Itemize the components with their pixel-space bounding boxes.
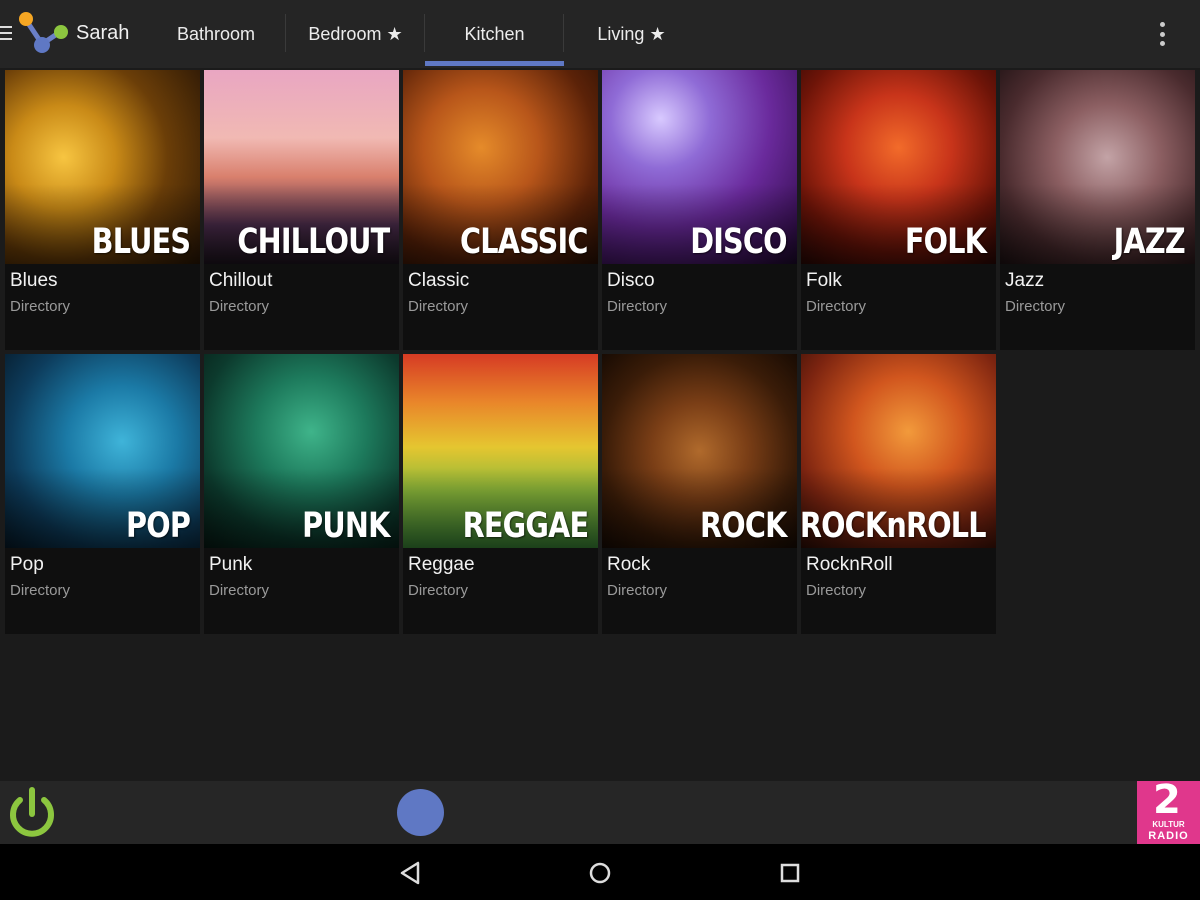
genre-card-punk[interactable]: PUNK Punk Directory [204, 354, 399, 634]
room-tabs: Bathroom Bedroom ★ Kitchen Living ★ [146, 0, 699, 68]
card-subtitle: Directory [806, 582, 867, 599]
genre-artwork: ROCK [602, 354, 797, 548]
tab-bathroom[interactable]: Bathroom [146, 0, 286, 68]
tab-kitchen[interactable]: Kitchen [425, 0, 564, 68]
artwork-label: REGGAE [462, 506, 589, 546]
card-title: Folk [806, 270, 842, 291]
artwork-label: JAZZ [1113, 222, 1186, 262]
tab-label: Kitchen [464, 23, 525, 44]
tab-bedroom[interactable]: Bedroom ★ [286, 0, 425, 68]
genre-card-disco[interactable]: DISCO Disco Directory [602, 70, 797, 350]
card-subtitle: Directory [408, 298, 469, 315]
card-title: Rock [607, 554, 651, 575]
genre-card-blues[interactable]: BLUES Blues Directory [5, 70, 200, 350]
genre-card-chillout[interactable]: CHILLOUT Chillout Directory [204, 70, 399, 350]
artwork-label: ROCKnROLL [801, 506, 987, 546]
genre-artwork: CHILLOUT [204, 70, 399, 264]
tab-label: Bathroom [176, 23, 256, 44]
back-icon[interactable] [396, 858, 426, 888]
card-title: RocknRoll [806, 554, 893, 575]
home-icon[interactable] [585, 858, 615, 888]
card-title: Reggae [408, 554, 475, 575]
card-title: Pop [10, 554, 44, 575]
artwork-label: CHILLOUT [236, 222, 390, 262]
genre-artwork: BLUES [5, 70, 200, 264]
card-subtitle: Directory [209, 582, 270, 599]
card-title: Disco [607, 270, 655, 291]
genre-artwork: PUNK [204, 354, 399, 548]
tab-living[interactable]: Living ★ [564, 0, 699, 68]
genre-card-classic[interactable]: CLASSIC Classic Directory [403, 70, 598, 350]
artwork-label: DISCO [690, 222, 787, 262]
player-bar: 2 KULTUR RADIO [0, 781, 1200, 844]
card-title: Punk [209, 554, 253, 575]
station-number: 2 [1153, 781, 1181, 823]
app-root: Sarah Bathroom Bedroom ★ Kitchen Living … [0, 0, 1200, 900]
genre-artwork: ROCKnROLL [801, 354, 996, 548]
artwork-label: ROCK [700, 506, 787, 546]
genre-card-pop[interactable]: POP Pop Directory [5, 354, 200, 634]
user-name[interactable]: Sarah [76, 22, 129, 45]
card-subtitle: Directory [607, 582, 668, 599]
genre-artwork: REGGAE [403, 354, 598, 548]
card-title: Jazz [1005, 270, 1045, 291]
station-tag: KULTUR [1152, 820, 1185, 829]
genre-card-jazz[interactable]: JAZZ Jazz Directory [1000, 70, 1195, 350]
card-subtitle: Directory [806, 298, 867, 315]
card-subtitle: Directory [209, 298, 270, 315]
card-title: Classic [408, 270, 470, 291]
card-title: Blues [10, 270, 58, 291]
genre-artwork: CLASSIC [403, 70, 598, 264]
genre-card-rock[interactable]: ROCK Rock Directory [602, 354, 797, 634]
card-subtitle: Directory [408, 582, 469, 599]
card-subtitle: Directory [10, 582, 71, 599]
tab-label: Living ★ [597, 23, 666, 44]
recents-icon[interactable] [775, 858, 805, 888]
artwork-label: BLUES [91, 222, 190, 262]
genre-artwork: JAZZ [1000, 70, 1195, 264]
genre-artwork: POP [5, 354, 200, 548]
station-logo[interactable]: 2 KULTUR RADIO [1137, 781, 1200, 844]
active-tab-indicator [425, 61, 564, 66]
card-subtitle: Directory [1005, 298, 1066, 315]
card-subtitle: Directory [10, 298, 71, 315]
card-subtitle: Directory [607, 298, 668, 315]
genre-card-folk[interactable]: FOLK Folk Directory [801, 70, 996, 350]
overflow-menu-icon[interactable] [1150, 20, 1174, 48]
card-title: Chillout [209, 270, 273, 291]
artwork-label: FOLK [904, 222, 987, 262]
artwork-label: POP [125, 506, 191, 546]
genre-artwork: FOLK [801, 70, 996, 264]
station-name: RADIO [1148, 830, 1189, 842]
hamburger-icon[interactable] [0, 26, 12, 42]
app-logo[interactable] [16, 10, 70, 56]
artwork-label: PUNK [301, 506, 390, 546]
tab-label: Bedroom ★ [308, 23, 403, 44]
genre-artwork: DISCO [602, 70, 797, 264]
seek-slider-thumb[interactable] [397, 789, 444, 836]
system-nav-bar [0, 844, 1200, 900]
artwork-label: CLASSIC [460, 222, 588, 262]
genre-card-rocknroll[interactable]: ROCKnROLL RocknRoll Directory [801, 354, 996, 634]
power-icon[interactable] [2, 784, 62, 844]
genre-card-reggae[interactable]: REGGAE Reggae Directory [403, 354, 598, 634]
top-bar: Sarah Bathroom Bedroom ★ Kitchen Living … [0, 0, 1200, 68]
